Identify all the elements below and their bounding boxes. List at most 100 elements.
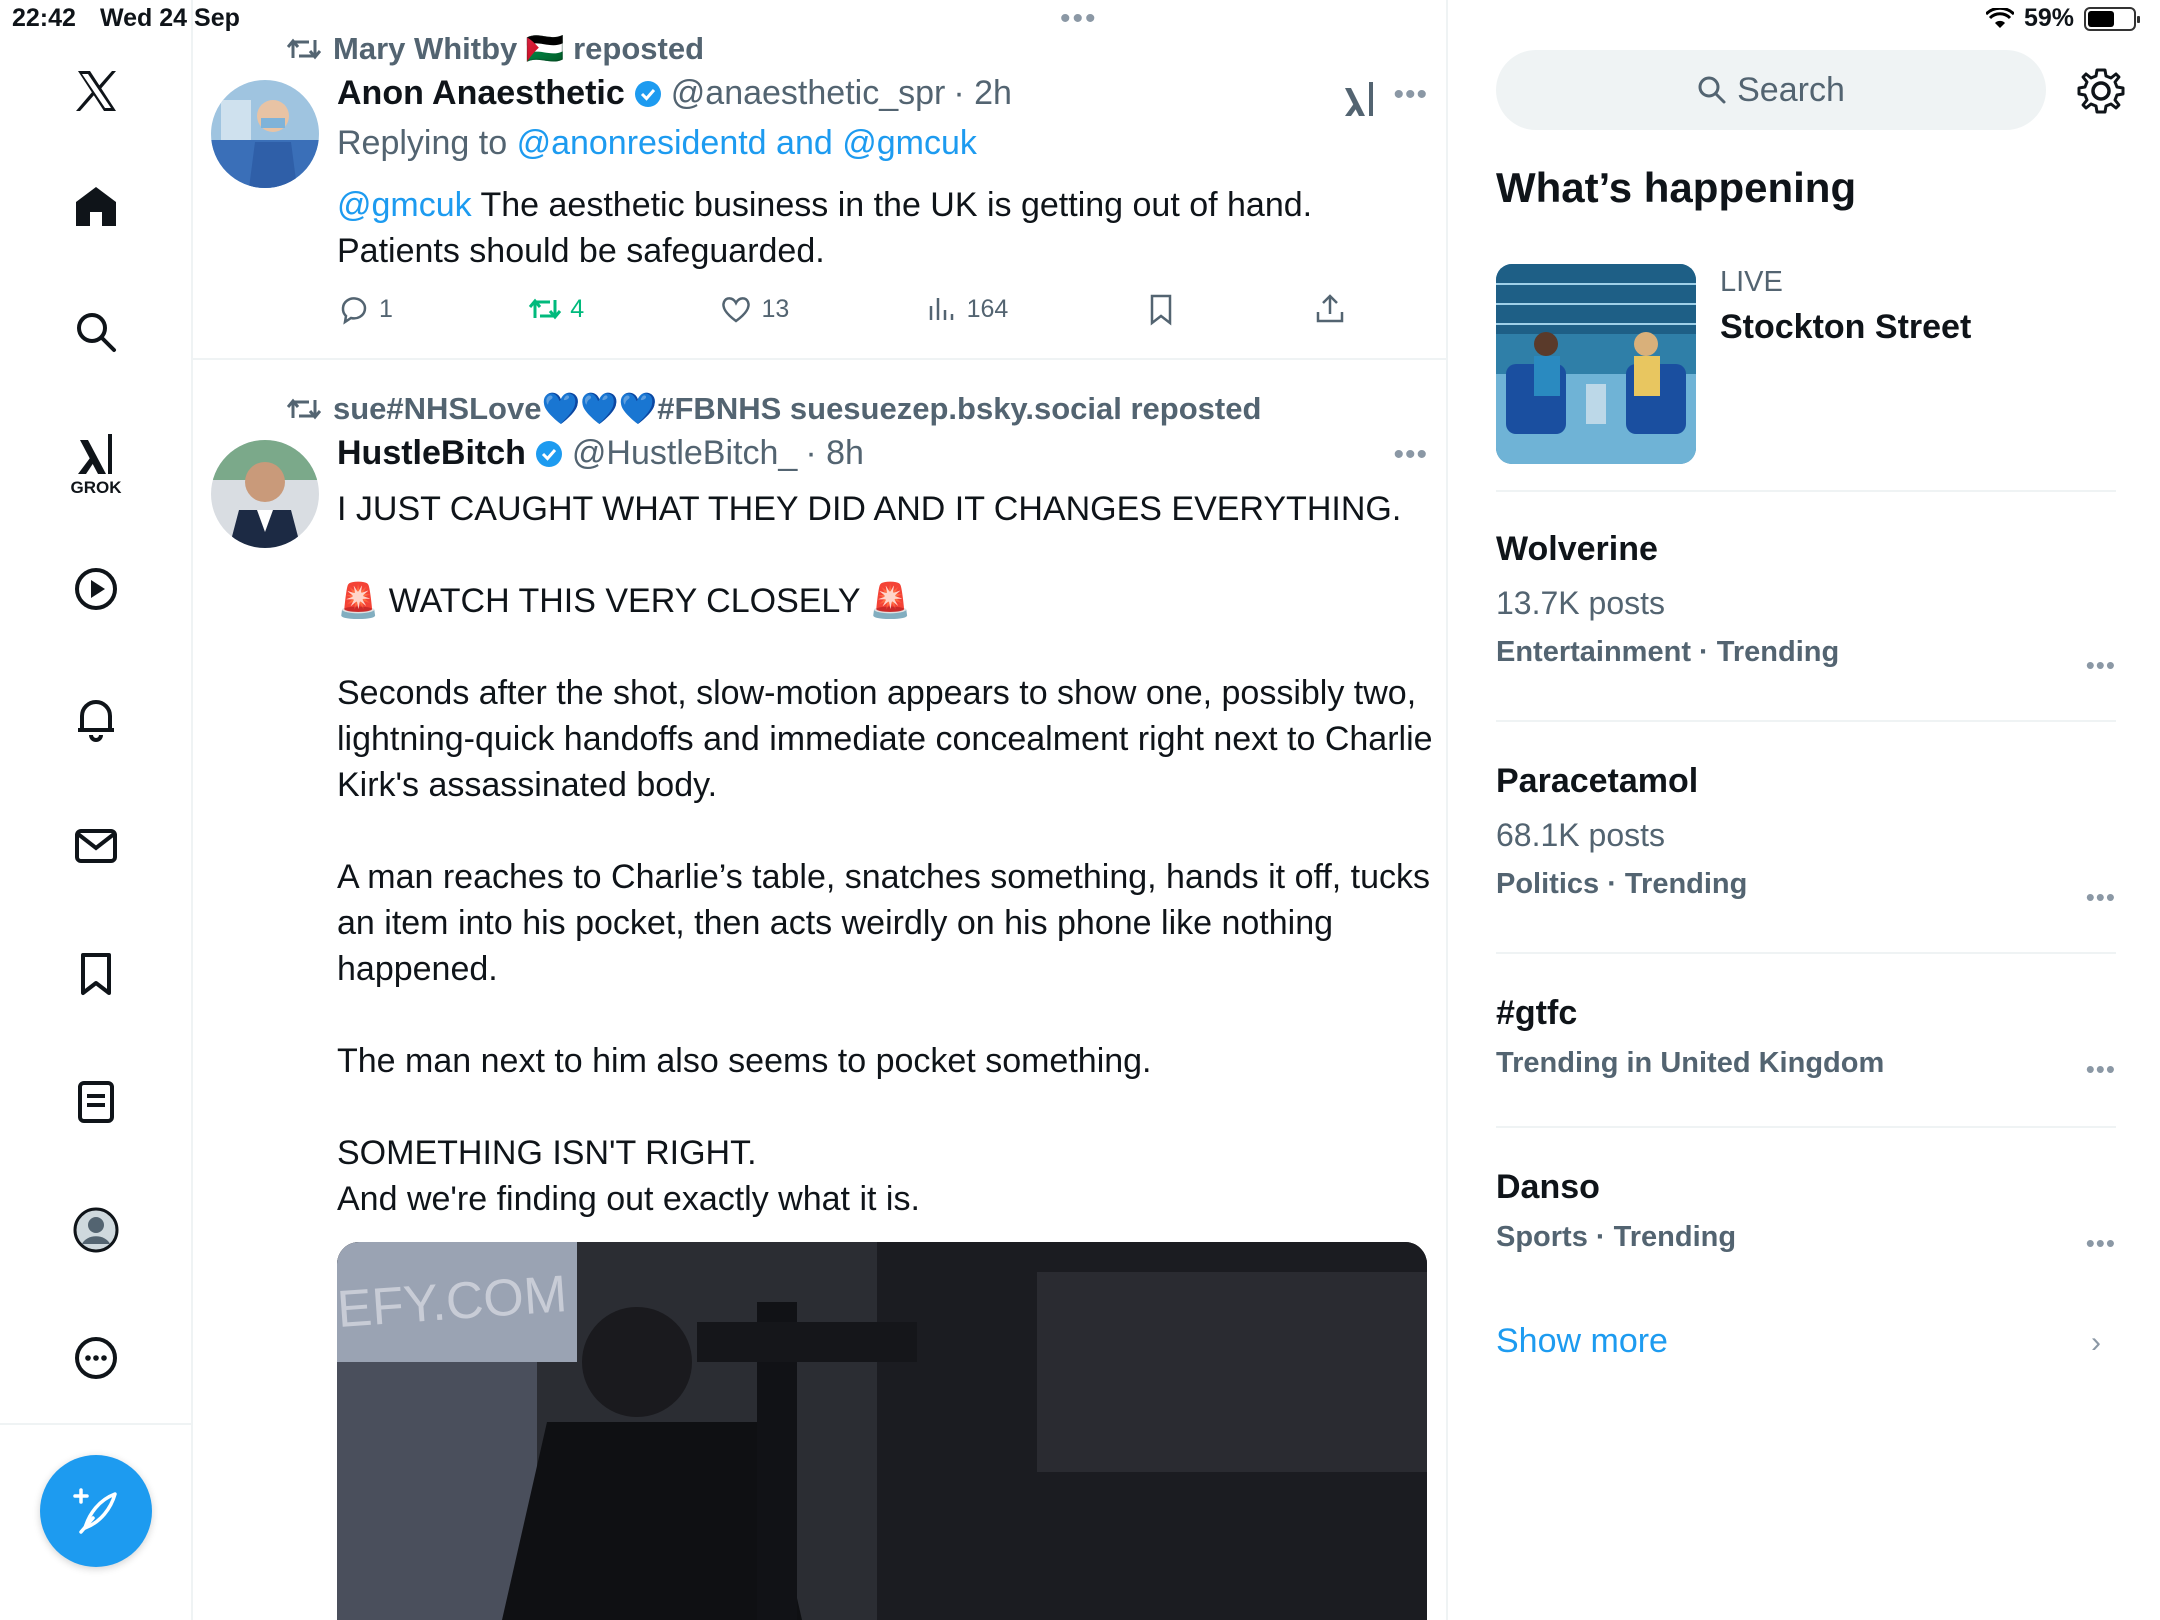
trend-item[interactable]: Paracetamol 68.1K posts Politics · Trend… — [1496, 762, 2116, 912]
post-time[interactable]: · 8h — [805, 434, 864, 473]
trend-name: #gtfc — [1496, 994, 1578, 1032]
trend-category: Entertainment · Trending — [1496, 636, 1840, 668]
author-handle[interactable]: @anaesthetic_spr — [671, 74, 946, 113]
author-name[interactable]: HustleBitch — [337, 434, 526, 473]
trend-item[interactable]: Wolverine 13.7K posts Entertainment · Tr… — [1496, 530, 2116, 680]
author-name[interactable]: Anon Anaesthetic — [337, 74, 625, 113]
trend-more-icon[interactable]: ••• — [2086, 882, 2116, 913]
bookmark-icon[interactable] — [60, 938, 132, 1010]
post-text-line1: The aesthetic business in the UK is gett… — [471, 186, 1313, 224]
post-1[interactable]: Mary Whitby 🇵🇸 reposted Anon Anaesthetic… — [193, 0, 1446, 360]
post-text: @gmcuk The aesthetic business in the UK … — [337, 182, 1437, 274]
views-button[interactable]: 164 — [925, 292, 1009, 326]
search-placeholder: Search — [1737, 70, 1845, 109]
profile-icon[interactable] — [60, 1194, 132, 1266]
repost-action-icon — [529, 298, 562, 320]
post-paragraph-1: I JUST CAUGHT WHAT THEY DID AND IT CHANG… — [337, 490, 1402, 528]
live-event-image[interactable] — [1496, 264, 1696, 464]
lists-icon[interactable] — [60, 1066, 132, 1138]
chevron-right-icon[interactable]: › — [2091, 1326, 2101, 1360]
trend-name: Paracetamol — [1496, 762, 1699, 800]
search-icon[interactable] — [60, 296, 132, 368]
bell-icon[interactable] — [60, 682, 132, 754]
grok-label: GROK — [70, 478, 122, 497]
trend-name: Wolverine — [1496, 530, 1658, 568]
x-logo-icon[interactable] — [60, 55, 132, 127]
share-icon — [1316, 294, 1344, 323]
mail-icon[interactable] — [60, 810, 132, 882]
post-video[interactable]: EFY.COM — [337, 1242, 1427, 1620]
views-count: 164 — [966, 294, 1009, 323]
post-paragraph-3: Seconds after the shot, slow-motion appe… — [337, 674, 1433, 804]
right-sidebar: Search What’s happening LIVE Stockton St… — [1448, 0, 2160, 1620]
post-actions: 1 4 13 164 — [337, 292, 1347, 326]
gear-icon[interactable] — [2076, 66, 2126, 116]
trend-divider — [1496, 490, 2116, 492]
post-more-icon[interactable]: ••• — [1393, 438, 1428, 472]
views-icon — [929, 298, 953, 320]
like-button[interactable]: 13 — [719, 292, 789, 326]
share-button[interactable] — [1313, 292, 1347, 326]
trend-category: Politics · Trending — [1496, 868, 1748, 900]
sidebar: GROK — [0, 0, 193, 1620]
bookmark-outline-icon — [1150, 294, 1171, 326]
repost-icon — [287, 38, 321, 59]
heart-icon — [722, 297, 751, 323]
repost-button[interactable]: 4 — [528, 292, 584, 326]
post-2[interactable]: sue#NHSLove💙💙💙#FBNHS suesuezep.bsky.soci… — [193, 360, 1446, 1620]
avatar[interactable] — [211, 440, 319, 548]
trend-divider — [1496, 720, 2116, 722]
replying-to-links[interactable]: @anonresidentd and @gmcuk — [517, 124, 977, 162]
video-icon[interactable] — [60, 553, 132, 625]
trend-divider — [1496, 1126, 2116, 1128]
reply-button[interactable]: 1 — [337, 292, 393, 326]
avatar[interactable] — [211, 80, 319, 188]
trend-divider — [1496, 952, 2116, 954]
replying-prefix: Replying to — [337, 124, 508, 162]
trend-category: Trending in United Kingdom — [1496, 1047, 1885, 1079]
repost-line: sue#NHSLove💙💙💙#FBNHS suesuezep.bsky.soci… — [287, 390, 1261, 427]
trend-item[interactable]: Danso Sports · Trending ••• — [1496, 1168, 2116, 1258]
post-time[interactable]: · 2h — [953, 74, 1012, 113]
author-handle[interactable]: @HustleBitch_ — [572, 434, 797, 473]
sidebar-divider — [0, 1423, 193, 1425]
bookmark-button[interactable] — [1144, 292, 1178, 326]
mention-link[interactable]: @gmcuk — [337, 186, 472, 224]
compose-button[interactable] — [40, 1455, 152, 1567]
post-header: Anon Anaesthetic @anaesthetic_spr · 2h — [337, 74, 1012, 113]
post-header: HustleBitch @HustleBitch_ · 8h — [337, 434, 864, 473]
trend-more-icon[interactable]: ••• — [2086, 1054, 2116, 1085]
trend-item[interactable]: #gtfc Trending in United Kingdom ••• — [1496, 994, 2116, 1084]
search-input[interactable]: Search — [1496, 50, 2046, 130]
post-paragraph-5: The man next to him also seems to pocket… — [337, 1042, 1152, 1080]
live-event-title[interactable]: Stockton Street — [1720, 308, 1971, 347]
show-more-link[interactable]: Show more — [1496, 1322, 1668, 1361]
timeline-feed[interactable]: Mary Whitby 🇵🇸 reposted Anon Anaesthetic… — [193, 0, 1448, 1620]
post-more-icon[interactable]: ••• — [1393, 78, 1428, 112]
repost-line: Mary Whitby 🇵🇸 reposted — [287, 30, 704, 67]
more-circle-icon[interactable] — [60, 1322, 132, 1394]
post-text-line2: Patients should be safeguarded. — [337, 232, 825, 270]
post-text: I JUST CAUGHT WHAT THEY DID AND IT CHANG… — [337, 486, 1437, 1222]
grok-post-icon[interactable] — [1343, 80, 1377, 118]
verified-badge-icon — [535, 440, 562, 467]
trend-category: Sports · Trending — [1496, 1221, 1737, 1253]
trend-posts: 68.1K posts — [1496, 817, 1665, 853]
home-icon[interactable] — [60, 170, 132, 242]
live-label: LIVE — [1720, 266, 1783, 298]
repost-count: 4 — [570, 294, 585, 323]
whats-happening-title: What’s happening — [1496, 164, 1857, 211]
post-paragraph-6: SOMETHING ISN'T RIGHT. — [337, 1134, 757, 1172]
repost-by-text[interactable]: Mary Whitby 🇵🇸 reposted — [333, 30, 704, 67]
repost-by-text[interactable]: sue#NHSLove💙💙💙#FBNHS suesuezep.bsky.soci… — [333, 390, 1261, 427]
repost-icon — [287, 398, 321, 419]
reply-icon — [341, 297, 367, 325]
replying-to: Replying to @anonresidentd and @gmcuk — [337, 124, 977, 163]
trend-more-icon[interactable]: ••• — [2086, 650, 2116, 681]
post-paragraph-4: A man reaches to Charlie’s table, snatch… — [337, 858, 1431, 988]
trend-posts: 13.7K posts — [1496, 585, 1665, 621]
search-small-icon — [1698, 76, 1726, 104]
trend-more-icon[interactable]: ••• — [2086, 1228, 2116, 1259]
compose-feather-icon — [73, 1488, 117, 1534]
post-paragraph-7: And we're finding out exactly what it is… — [337, 1180, 920, 1218]
